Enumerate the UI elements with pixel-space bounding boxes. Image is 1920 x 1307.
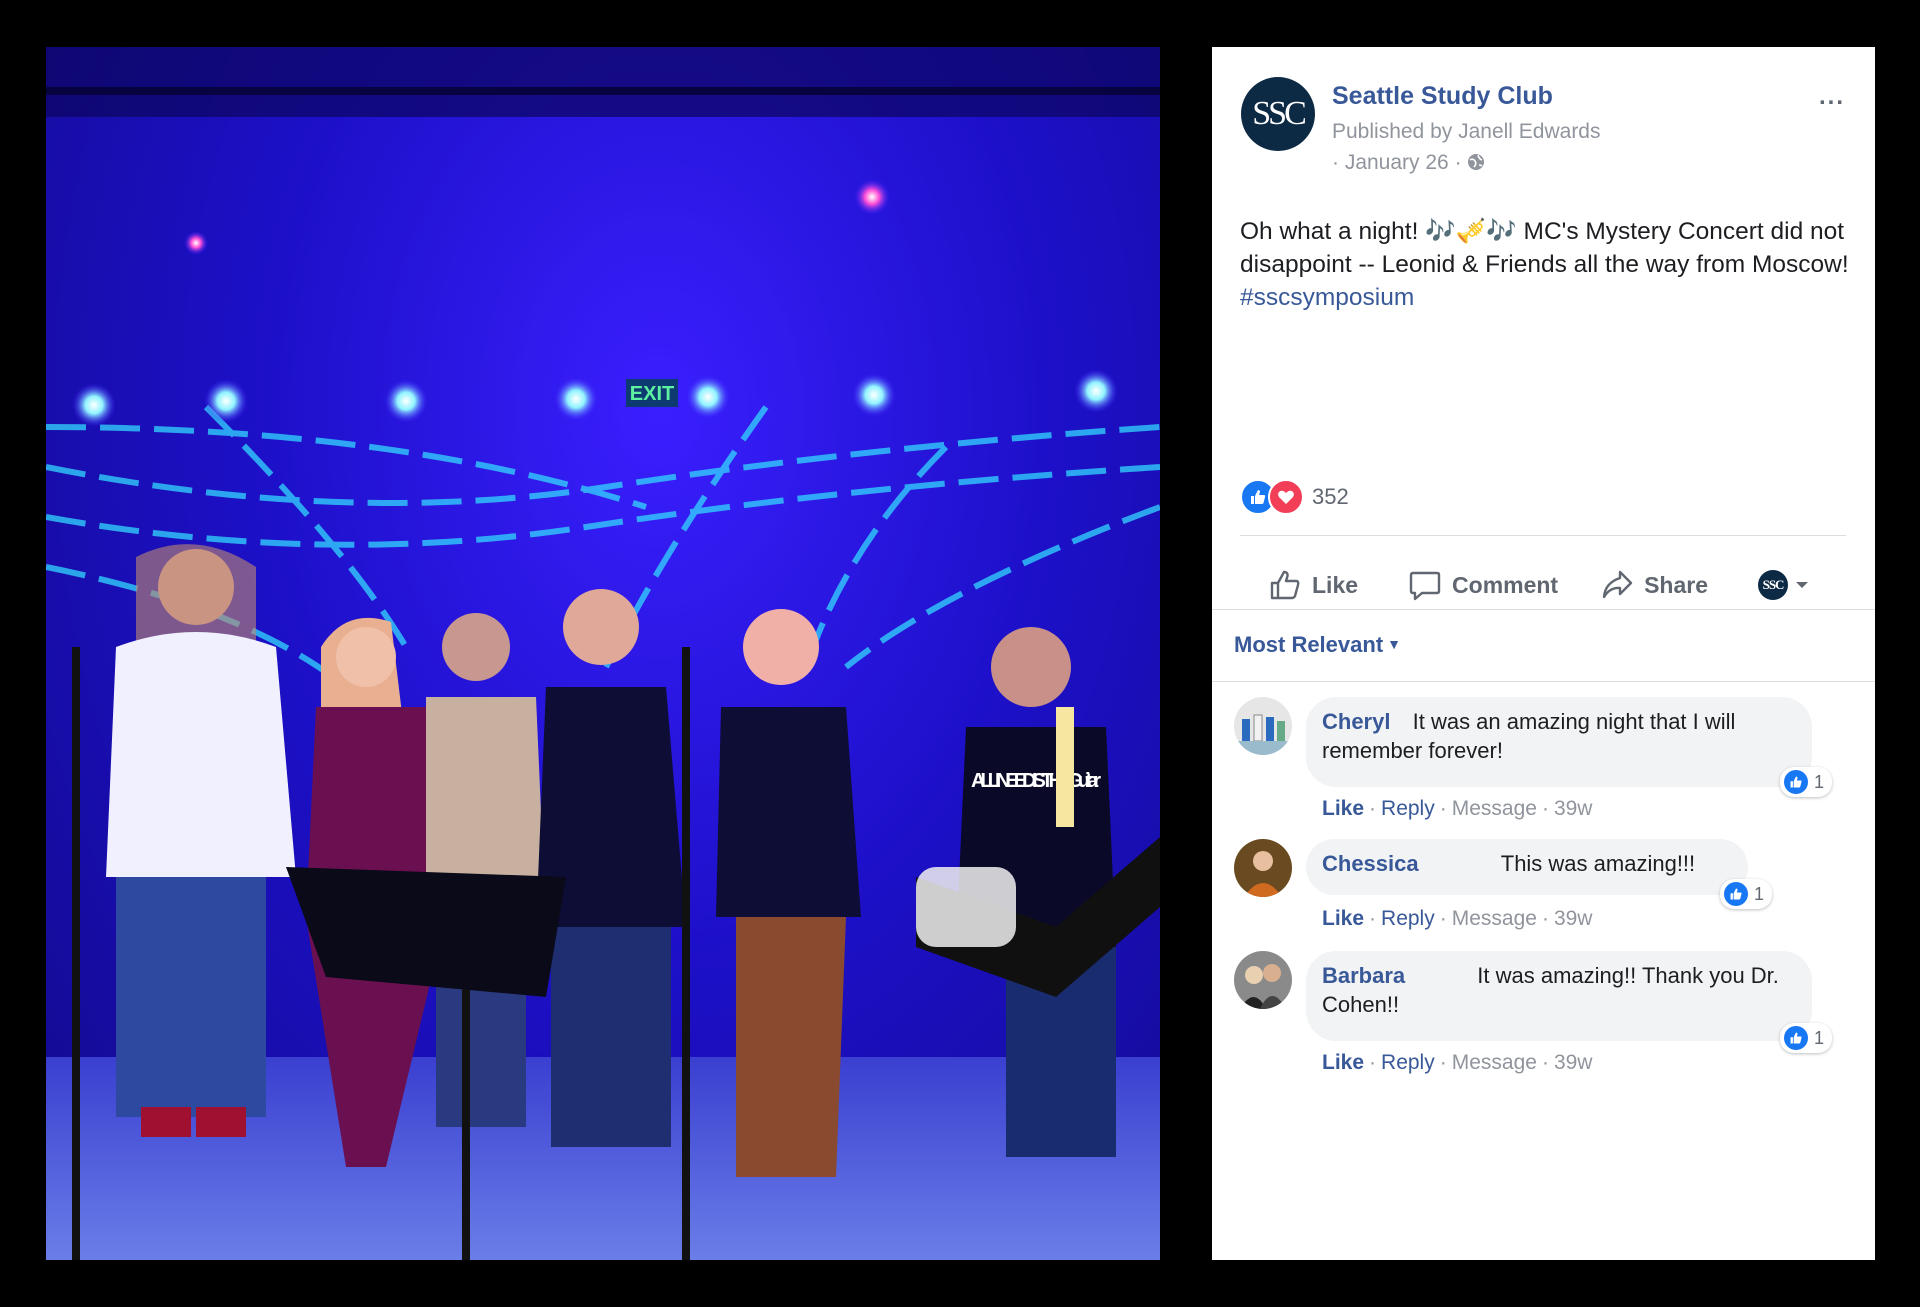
comment-icon: [1409, 571, 1441, 601]
comment-message-link[interactable]: Message: [1452, 907, 1537, 930]
post-body: Oh what a night! 🎶🎺🎶 MC's Mystery Concer…: [1240, 218, 1849, 278]
like-reaction-icon: [1724, 882, 1748, 906]
comment-time[interactable]: 39w: [1554, 907, 1593, 930]
more-options-icon[interactable]: ...: [1819, 83, 1845, 111]
performer-4: [536, 589, 686, 1147]
comment-message-link[interactable]: Message: [1452, 1051, 1537, 1074]
comment-text: This was amazing!!!: [1500, 851, 1696, 876]
post-as-selector[interactable]: SSC: [1758, 570, 1822, 600]
comment-like-count[interactable]: 1: [1780, 767, 1833, 797]
comment-item: Barbara It was amazing!! Thank you Dr. C…: [1234, 951, 1854, 1074]
published-by: Published by Janell Edwards: [1332, 120, 1601, 143]
comment-bubble: Cheryl It was an amazing night that I wi…: [1306, 697, 1812, 787]
commenter-name-link[interactable]: Barbara: [1322, 963, 1405, 988]
concert-stage-image: EXIT ALL I NEED IS TH Guitar: [46, 47, 1160, 1260]
performer-5: [716, 609, 861, 1177]
like-button[interactable]: Like: [1268, 568, 1358, 602]
commenter-avatar[interactable]: [1234, 839, 1292, 897]
reactions-summary[interactable]: 352: [1240, 479, 1349, 515]
post-panel: SSC Seattle Study Club Published by Jane…: [1212, 47, 1875, 1260]
comment-actions: Like · Reply · Message · 39w: [1322, 797, 1593, 820]
comment-button[interactable]: Comment: [1408, 568, 1558, 602]
shirt-text: ALL I NEED IS THIS Guitar: [971, 770, 1101, 792]
comment-bubble: Barbara It was amazing!! Thank you Dr. C…: [1306, 951, 1812, 1041]
exit-sign: EXIT: [630, 383, 674, 405]
commenter-avatar[interactable]: [1234, 697, 1292, 755]
comment-message-link[interactable]: Message: [1452, 797, 1537, 820]
comment-label: Comment: [1452, 571, 1559, 598]
divider: [1212, 609, 1875, 610]
like-reaction-icon: [1784, 770, 1808, 794]
share-button[interactable]: Share: [1600, 568, 1708, 602]
comment-reply-link[interactable]: Reply: [1381, 1051, 1435, 1074]
comment-item: Chessica This was amazing!!! 1 Like · Repl…: [1234, 839, 1854, 930]
comment-reply-link[interactable]: Reply: [1381, 907, 1435, 930]
post-as-avatar: SSC: [1758, 570, 1789, 600]
comment-reply-link[interactable]: Reply: [1381, 797, 1435, 820]
performer-3: [426, 613, 546, 1127]
divider: [1212, 681, 1875, 682]
thumbs-up-icon: [1270, 570, 1300, 600]
commenter-name-link[interactable]: Cheryl: [1322, 709, 1390, 734]
divider: [1240, 535, 1846, 536]
page-name-link[interactable]: Seattle Study Club: [1332, 82, 1553, 111]
comment-bubble: Chessica This was amazing!!!: [1306, 839, 1748, 895]
love-reaction-icon: [1268, 479, 1304, 515]
post-text: Oh what a night! 🎶🎺🎶 MC's Mystery Concer…: [1240, 215, 1850, 314]
reaction-count: 352: [1312, 484, 1349, 509]
share-icon: [1602, 570, 1633, 599]
comment-actions: Like · Reply · Message · 39w: [1322, 907, 1593, 930]
like-label: Like: [1312, 571, 1359, 598]
post-date[interactable]: · January 26 ·: [1332, 151, 1462, 174]
like-reaction-icon: [1784, 1026, 1808, 1050]
caret-down-icon: ▼: [1387, 636, 1402, 652]
comment-time[interactable]: 39w: [1554, 797, 1593, 820]
comment-sort-dropdown[interactable]: Most Relevant ▼: [1234, 632, 1401, 658]
performer-1: [106, 544, 296, 1137]
chevron-down-icon: [1796, 582, 1809, 588]
comment-actions: Like · Reply · Message · 39w: [1322, 1051, 1593, 1074]
comment-like-link[interactable]: Like: [1322, 907, 1364, 930]
comment-time[interactable]: 39w: [1554, 1051, 1593, 1074]
comment-like-link[interactable]: Like: [1322, 1051, 1364, 1074]
page-avatar[interactable]: SSC: [1241, 77, 1315, 151]
commenter-avatar[interactable]: [1234, 951, 1292, 1009]
post-date-row: · January 26 ·: [1332, 151, 1485, 175]
sort-label: Most Relevant: [1234, 632, 1384, 657]
share-label: Share: [1644, 571, 1709, 598]
comment-like-count[interactable]: 1: [1780, 1023, 1833, 1053]
post-actions-bar: Like Comment Share SSC: [1240, 561, 1846, 609]
post-photo[interactable]: EXIT ALL I NEED IS TH Guitar: [46, 47, 1160, 1260]
comment-like-link[interactable]: Like: [1322, 797, 1364, 820]
comment-like-count[interactable]: 1: [1720, 879, 1773, 909]
globe-icon: [1467, 153, 1485, 171]
hashtag-link[interactable]: #sscsymposium: [1240, 284, 1414, 311]
comment-item: Cheryl It was an amazing night that I wi…: [1234, 697, 1854, 820]
commenter-name-link[interactable]: Chessica: [1322, 851, 1419, 876]
